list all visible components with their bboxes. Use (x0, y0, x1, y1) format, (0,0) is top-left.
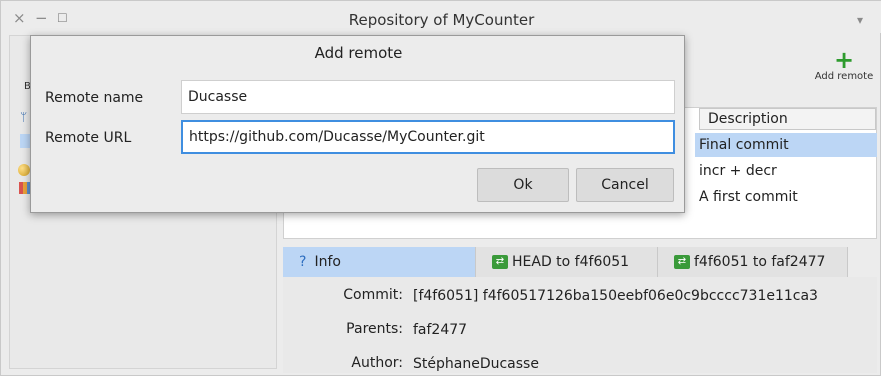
tab-head-diff[interactable]: ⇄ HEAD to f4f6051 (476, 247, 658, 277)
commit-label: Commit: (343, 287, 403, 303)
column-header-description[interactable]: Description (699, 108, 876, 130)
parents-label: Parents: (346, 321, 403, 337)
info-panel: Commit: [f4f6051] f4f60517126ba150eebf06… (283, 277, 877, 373)
add-remote-button[interactable]: + Add remote (807, 46, 881, 82)
branch-icon[interactable]: ᛘ (20, 110, 27, 124)
tab-label: Info (314, 254, 341, 270)
add-icon: + (833, 46, 855, 74)
tab-label: HEAD to f4f6051 (512, 254, 630, 270)
remote-name-field[interactable]: Ducasse (181, 80, 675, 114)
window-menu-icon[interactable]: ▾ (857, 13, 863, 28)
remote-url-field[interactable]: https://github.com/Ducasse/MyCounter.git (181, 120, 675, 154)
diff-icon: ⇄ (492, 255, 508, 269)
add-remote-dialog: Add remote Remote name Ducasse Remote UR… (30, 35, 685, 213)
remote-globe-icon[interactable] (18, 164, 30, 176)
dialog-title: Add remote (314, 44, 403, 62)
tab-info[interactable]: ? Info (283, 247, 476, 277)
ok-button[interactable]: Ok (477, 168, 569, 202)
diff-icon: ⇄ (674, 255, 690, 269)
remote-name-label: Remote name (45, 90, 144, 106)
commit-value: [f4f6051] f4f60517126ba150eebf06e0c9bccc… (413, 288, 818, 304)
commit-row[interactable]: Final commit (695, 133, 877, 157)
remote-url-label: Remote URL (45, 130, 132, 146)
window-title: Repository of MyCounter (348, 11, 535, 29)
parents-value: faf2477 (413, 322, 468, 338)
window-titlebar: × − ☐ Repository of MyCounter ▾ (1, 1, 881, 33)
commit-row[interactable]: incr + decr (695, 159, 877, 183)
tab-commit-diff[interactable]: ⇄ f4f6051 to faf2477 (658, 247, 848, 277)
commit-row[interactable]: A first commit (695, 185, 877, 209)
tab-label: f4f6051 to faf2477 (694, 254, 826, 270)
detail-tabs: ? Info ⇄ HEAD to f4f6051 ⇄ f4f6051 to faf24… (283, 247, 848, 277)
cancel-button[interactable]: Cancel (576, 168, 674, 202)
author-label: Author: (351, 355, 403, 371)
author-value: StéphaneDucasse (413, 356, 539, 372)
add-remote-label: Add remote (814, 71, 874, 82)
info-icon: ? (299, 254, 307, 270)
